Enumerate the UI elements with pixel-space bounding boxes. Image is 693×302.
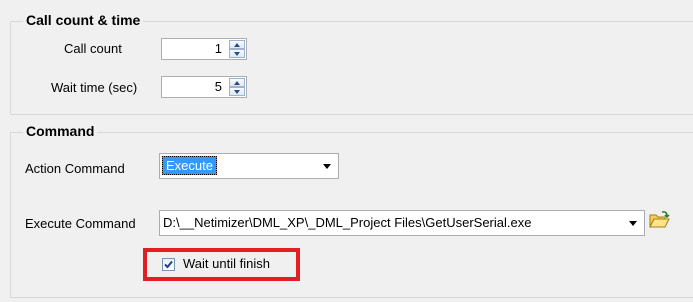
- execute-command-combo[interactable]: D:\__Netimizer\DML_XP\_DML_Project Files…: [159, 210, 645, 236]
- call-count-up-button[interactable]: [229, 40, 245, 49]
- execute-command-label: Execute Command: [25, 216, 136, 231]
- wait-time-value[interactable]: 5: [215, 79, 222, 94]
- action-command-select[interactable]: Execute: [159, 153, 339, 179]
- checkmark-icon: [164, 260, 173, 269]
- call-count-time-title: Call count & time: [23, 12, 144, 28]
- wait-until-finish-label[interactable]: Wait until finish: [183, 256, 270, 271]
- call-count-label: Call count: [64, 41, 122, 56]
- folder-open-icon[interactable]: [648, 210, 670, 230]
- execute-command-value[interactable]: D:\__Netimizer\DML_XP\_DML_Project Files…: [163, 215, 531, 230]
- wait-until-finish-checkbox[interactable]: [162, 258, 175, 271]
- arrow-down-icon: [234, 51, 240, 56]
- command-title: Command: [23, 123, 98, 139]
- wait-time-label: Wait time (sec): [51, 80, 138, 95]
- wait-time-spinner[interactable]: 5: [161, 76, 247, 98]
- chevron-down-icon[interactable]: [323, 164, 331, 169]
- action-command-value: Execute: [162, 156, 217, 175]
- action-command-label: Action Command: [25, 161, 125, 176]
- call-count-time-group: Call count & time: [10, 12, 693, 115]
- arrow-up-icon: [234, 80, 240, 85]
- call-count-value[interactable]: 1: [215, 41, 222, 56]
- wait-time-down-button[interactable]: [229, 87, 245, 96]
- call-count-spinner[interactable]: 1: [161, 38, 247, 60]
- call-count-down-button[interactable]: [229, 49, 245, 58]
- arrow-down-icon: [234, 89, 240, 94]
- arrow-up-icon: [234, 42, 240, 47]
- chevron-down-icon[interactable]: [629, 221, 637, 226]
- wait-time-up-button[interactable]: [229, 78, 245, 87]
